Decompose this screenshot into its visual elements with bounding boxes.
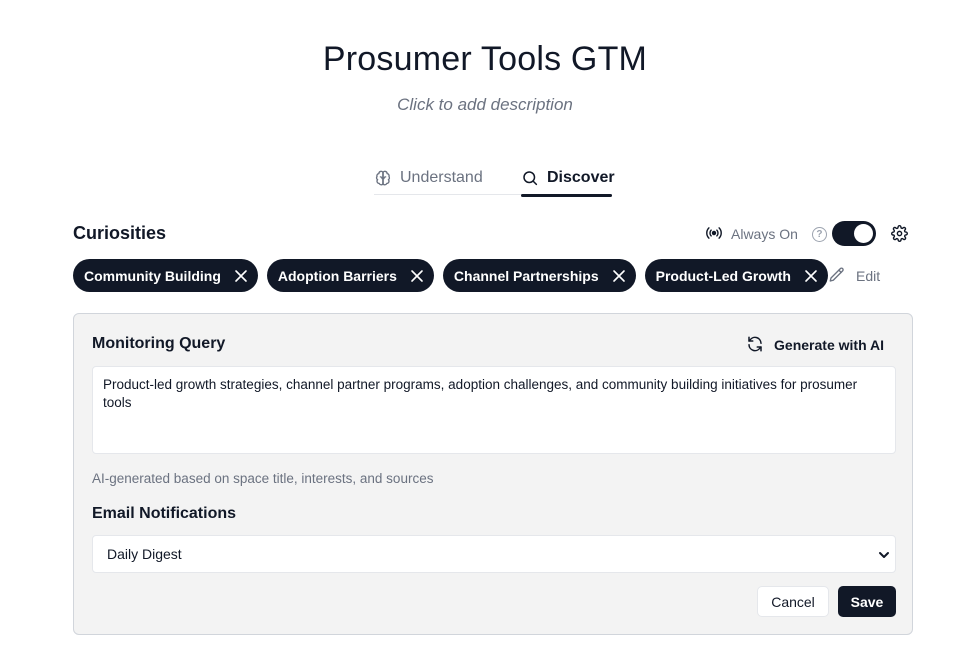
refresh-icon [746, 335, 764, 356]
email-frequency-select[interactable]: Daily Digest [92, 535, 896, 573]
always-on-control: Always On ? [705, 222, 827, 246]
chip-label: Channel Partnerships [453, 267, 599, 284]
toggle-knob [854, 224, 873, 243]
curiosity-chips: Community Building Adoption Barriers Cha… [73, 259, 828, 292]
close-icon[interactable] [234, 269, 248, 283]
search-icon [521, 169, 539, 187]
broadcast-icon [705, 224, 723, 245]
tab-understand-label: Understand [400, 168, 483, 186]
edit-label: Edit [856, 268, 881, 284]
tab-understand[interactable]: Understand [374, 160, 483, 195]
monitoring-query-input[interactable]: Product-led growth strategies, channel p… [92, 366, 896, 454]
generate-with-ai-button[interactable]: Generate with AI [746, 334, 884, 356]
tab-discover[interactable]: Discover [521, 160, 615, 197]
monitoring-query-title: Monitoring Query [92, 335, 226, 352]
chip-label: Adoption Barriers [277, 267, 397, 284]
chip-channel-partnerships[interactable]: Channel Partnerships [442, 259, 636, 292]
chip-community-building[interactable]: Community Building [73, 259, 258, 292]
close-icon[interactable] [804, 269, 818, 283]
chip-label: Community Building [84, 267, 221, 284]
space-description[interactable]: Click to add description [0, 95, 970, 115]
view-tabs: Understand Discover [374, 160, 615, 197]
generate-label: Generate with AI [774, 337, 884, 353]
email-notifications-title: Email Notifications [92, 505, 237, 522]
page: Prosumer Tools GTM Click to add descript… [0, 0, 970, 650]
close-icon[interactable] [410, 269, 424, 283]
curiosities-title: Curiosities [73, 223, 167, 243]
close-icon[interactable] [612, 269, 626, 283]
edit-curiosities-button[interactable]: Edit [828, 264, 880, 288]
chip-label: Product-Led Growth [655, 267, 791, 284]
space-title[interactable]: Prosumer Tools GTM [0, 40, 970, 79]
monitoring-helper-text: AI-generated based on space title, inter… [92, 471, 434, 486]
save-button[interactable]: Save [838, 586, 896, 617]
pencil-icon [828, 266, 846, 287]
chip-adoption-barriers[interactable]: Adoption Barriers [266, 259, 434, 292]
brain-icon [374, 169, 392, 187]
chevron-down-icon [879, 552, 889, 558]
monitoring-panel: Monitoring Query Generate with AI Produc… [73, 313, 913, 635]
help-icon[interactable]: ? [811, 226, 827, 242]
cancel-button[interactable]: Cancel [757, 586, 829, 617]
select-value: Daily Digest [107, 546, 182, 562]
always-on-toggle[interactable] [832, 221, 876, 246]
always-on-label: Always On [731, 226, 798, 242]
chip-product-led-growth[interactable]: Product-Led Growth [644, 259, 828, 292]
tab-discover-label: Discover [547, 168, 615, 186]
gear-icon[interactable] [891, 225, 908, 242]
